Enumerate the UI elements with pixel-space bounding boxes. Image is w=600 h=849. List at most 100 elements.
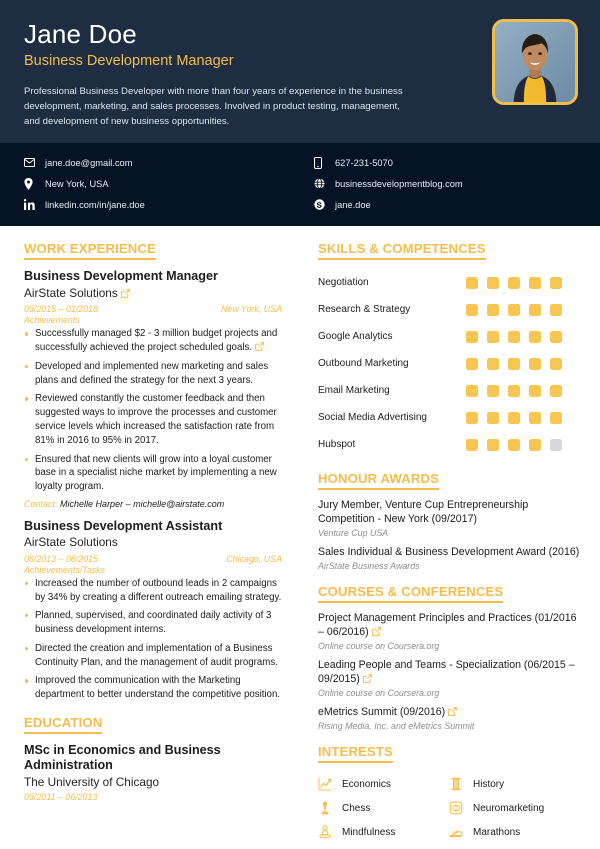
section-title-interests: INTERESTS xyxy=(318,744,393,764)
work-entry-location: New York, USA xyxy=(221,304,282,315)
column-pillar-icon xyxy=(449,777,471,791)
skill-square xyxy=(508,357,520,370)
award-subtitle: Venture Cup USA xyxy=(318,528,389,539)
contact-linkedin-value: linkedin.com/in/jane.doe xyxy=(45,199,145,210)
skill-square xyxy=(466,438,478,451)
section-title-courses: COURSES & CONFERENCES xyxy=(318,584,504,604)
external-link-icon[interactable] xyxy=(448,707,458,717)
interest-item: Marathons xyxy=(449,820,580,844)
work-entry-org-name: AirState Solutions xyxy=(24,535,118,550)
interest-label: History xyxy=(473,778,505,790)
work-entry-meta: 08/2013 – 08/2015 Chicago, USA xyxy=(24,554,282,564)
avatar xyxy=(492,19,578,105)
header: Jane Doe Business Development Manager Pr… xyxy=(0,0,600,144)
section-title-honour-awards: HONOUR AWARDS xyxy=(318,471,439,491)
chart-line-icon xyxy=(318,777,340,791)
contact-skype-value: jane.doe xyxy=(335,199,371,210)
contact-location-value: New York, USA xyxy=(45,178,109,189)
skill-name: Hubspot xyxy=(318,439,356,451)
skill-row: Social Media Advertising xyxy=(318,404,580,431)
skill-square xyxy=(487,276,499,289)
skill-square xyxy=(487,438,499,451)
external-link-icon[interactable] xyxy=(120,289,130,298)
skill-square xyxy=(550,303,562,316)
external-link-icon[interactable] xyxy=(255,342,264,352)
course-title-text: Leading People and Teams - Specializatio… xyxy=(318,659,575,686)
bullet-item: Developed and implemented new marketing … xyxy=(24,360,282,388)
location-pin-icon xyxy=(24,177,40,190)
education-dates: 09/2011 – 06/2013 xyxy=(24,792,98,803)
education-entry: MSc in Economics and Business Administra… xyxy=(24,743,282,802)
course-item: Project Management Principles and Practi… xyxy=(318,612,580,651)
work-entry-bullets: Increased the number of outbound leads i… xyxy=(24,577,282,702)
section-title-education: EDUCATION xyxy=(24,715,103,734)
course-subtitle: Rising Media, Inc. and eMetrics Summit xyxy=(318,721,475,732)
work-entry-org: AirState Solutions xyxy=(24,535,282,550)
skill-name: Email Marketing xyxy=(318,385,390,397)
work-entry-org: AirState Solutions xyxy=(24,286,282,301)
contact-email[interactable]: jane.doe@gmail.com xyxy=(24,152,300,173)
skill-square xyxy=(529,357,541,370)
section-courses: COURSES & CONFERENCES Project Management… xyxy=(318,583,580,731)
interest-label: Neuromarketing xyxy=(473,802,545,814)
section-education: EDUCATION MSc in Economics and Business … xyxy=(24,714,282,802)
work-entry-contact-label: Contact: xyxy=(24,498,58,509)
work-entry-org-name: AirState Solutions xyxy=(24,286,118,301)
work-entry-meta: 09/2015 – 01/2018 New York, USA xyxy=(24,304,282,314)
skill-row: Email Marketing xyxy=(318,377,580,404)
skill-level-meter xyxy=(466,330,562,343)
work-entry-subheading: Achievements xyxy=(24,315,80,326)
contact-column-left: jane.doe@gmail.com New York, USA linkedi… xyxy=(24,152,300,215)
meditation-icon xyxy=(318,825,340,839)
contact-location: New York, USA xyxy=(24,173,300,194)
contact-email-value: jane.doe@gmail.com xyxy=(45,157,133,168)
skill-row: Negotiation xyxy=(318,269,580,296)
award-title: Jury Member, Venture Cup Entrepreneurshi… xyxy=(318,499,529,526)
skill-square xyxy=(466,303,478,316)
external-link-icon[interactable] xyxy=(371,627,381,637)
bullet-item: Directed the creation and implementation… xyxy=(24,642,282,670)
skill-square xyxy=(550,411,562,424)
course-item: eMetrics Summit (09/2016) Rising Media, … xyxy=(318,706,580,731)
skill-square xyxy=(550,384,562,397)
contact-website[interactable]: businessdevelopmentblog.com xyxy=(314,173,576,194)
work-entry-title: Business Development Manager xyxy=(24,269,218,284)
education-school: The University of Chicago xyxy=(24,775,160,790)
skill-square xyxy=(529,438,541,451)
work-entry: Business Development Assistant AirState … xyxy=(24,519,282,702)
skill-square xyxy=(529,276,541,289)
resume-body: WORK EXPERIENCE Business Development Man… xyxy=(0,226,600,846)
section-interests: INTERESTS Economics History Chess Neurom… xyxy=(318,743,580,844)
bullet-item: Increased the number of outbound leads i… xyxy=(24,577,282,605)
email-icon xyxy=(24,158,40,168)
skill-square xyxy=(508,411,520,424)
skype-icon xyxy=(314,199,330,211)
skill-square xyxy=(466,357,478,370)
skill-name: Google Analytics xyxy=(318,331,393,343)
skill-square xyxy=(487,411,499,424)
skill-square xyxy=(487,330,499,343)
skill-level-meter xyxy=(466,357,562,370)
mobile-phone-icon xyxy=(314,156,330,169)
skill-square xyxy=(508,303,520,316)
interest-label: Marathons xyxy=(473,826,521,838)
skill-square xyxy=(529,303,541,316)
award-subtitle: AirState Business Awards xyxy=(318,561,420,572)
contact-phone[interactable]: 627-231-5070 xyxy=(314,152,576,173)
work-entry-title: Business Development Assistant xyxy=(24,518,223,533)
running-shoe-icon xyxy=(449,825,471,839)
skill-square xyxy=(550,357,562,370)
section-title-work-experience: WORK EXPERIENCE xyxy=(24,241,156,261)
external-link-icon[interactable] xyxy=(362,674,372,684)
award-title: Sales Individual & Business Development … xyxy=(318,546,580,559)
contact-skype[interactable]: jane.doe xyxy=(314,194,576,215)
bullet-text: Successfully managed $2 - 3 million budg… xyxy=(35,328,278,354)
globe-icon xyxy=(314,178,330,190)
skill-level-meter xyxy=(466,438,562,451)
contact-linkedin[interactable]: linkedin.com/in/jane.doe xyxy=(24,194,300,215)
bullet-item: Planned, supervised, and coordinated dai… xyxy=(24,609,282,637)
interest-item: Economics xyxy=(318,772,449,796)
bullet-item: Improved the communication with the Mark… xyxy=(24,674,282,702)
skill-square xyxy=(529,330,541,343)
interest-item: History xyxy=(449,772,580,796)
